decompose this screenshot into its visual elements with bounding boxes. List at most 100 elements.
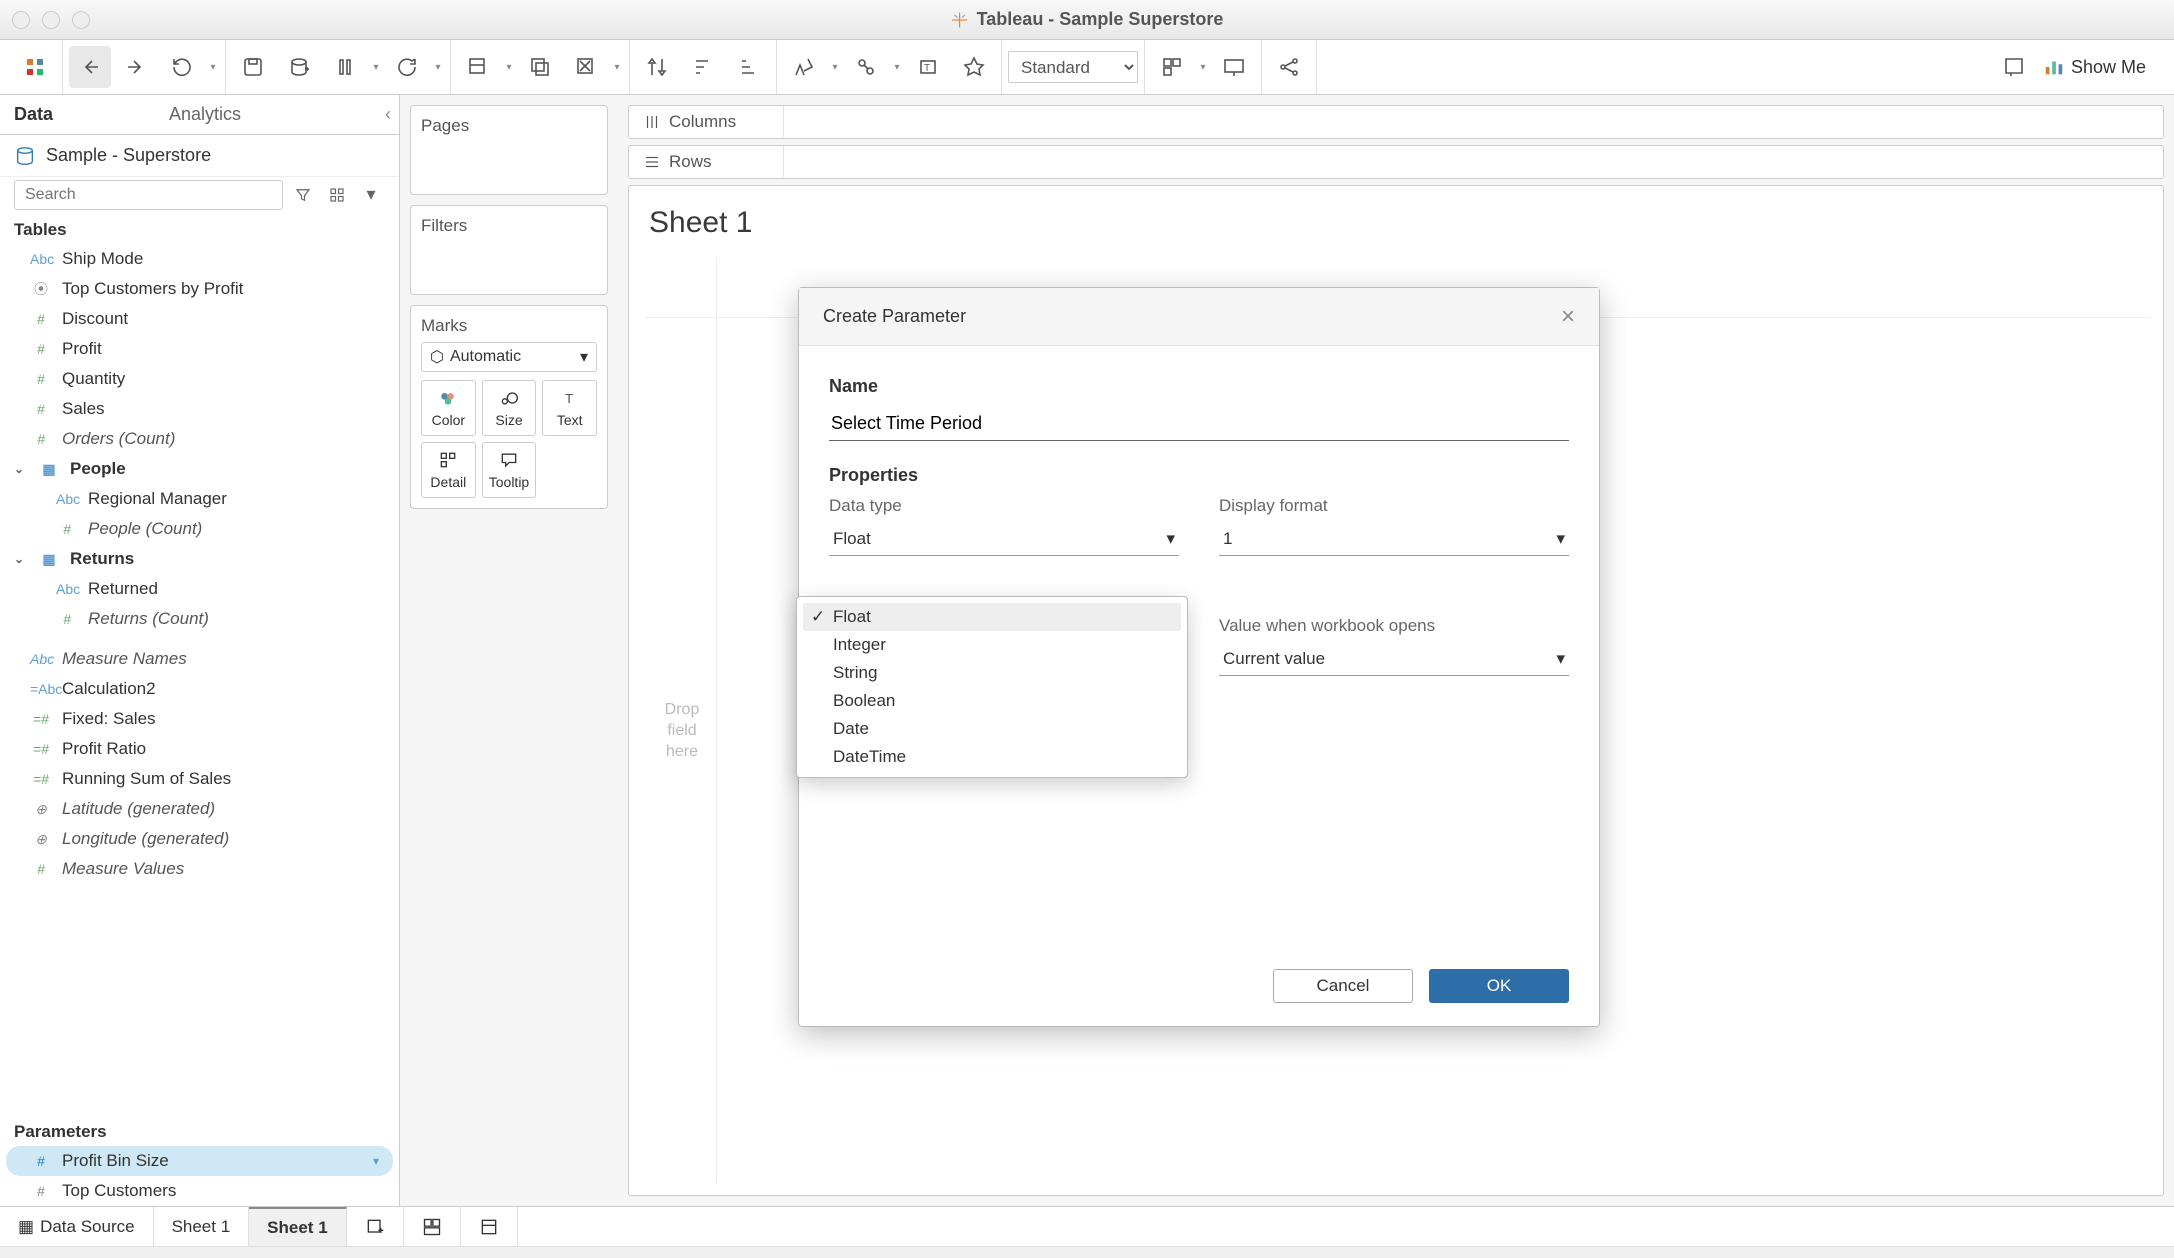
new-sheet-button[interactable]: [347, 1207, 404, 1246]
field-row[interactable]: #Orders (Count): [0, 424, 399, 454]
field-row[interactable]: =#Running Sum of Sales: [0, 764, 399, 794]
tab-sheet-1-a[interactable]: Sheet 1: [154, 1207, 250, 1246]
field-row[interactable]: ⦿Top Customers by Profit: [0, 274, 399, 304]
pin-button[interactable]: [953, 46, 995, 88]
revert-dropdown[interactable]: ▾: [207, 62, 219, 73]
share-button[interactable]: [1268, 46, 1310, 88]
field-row[interactable]: =AbcCalculation2: [0, 674, 399, 704]
mark-tooltip[interactable]: Tooltip: [482, 442, 537, 498]
field-row[interactable]: =#Fixed: Sales: [0, 704, 399, 734]
new-story-button[interactable]: [461, 1207, 518, 1246]
mark-color[interactable]: Color: [421, 380, 476, 436]
svg-text:T: T: [924, 63, 930, 74]
mark-type-select[interactable]: ⬡Automatic▾: [421, 342, 597, 372]
parameter-name-input[interactable]: [829, 407, 1569, 441]
ok-button[interactable]: OK: [1429, 969, 1569, 1003]
revert-button[interactable]: [161, 46, 203, 88]
field-row[interactable]: AbcRegional Manager: [0, 484, 399, 514]
value-open-select[interactable]: Current value▾: [1219, 642, 1569, 676]
dropdown-item[interactable]: Date: [803, 715, 1181, 743]
search-input[interactable]: [14, 180, 283, 210]
field-row[interactable]: AbcReturned: [0, 574, 399, 604]
field-row[interactable]: #Returns (Count): [0, 604, 399, 634]
tab-data[interactable]: Data: [0, 95, 155, 134]
data-type-select[interactable]: Float▾: [829, 522, 1179, 556]
highlight-button[interactable]: [783, 46, 825, 88]
sort-asc-button[interactable]: [682, 46, 724, 88]
presentation-button[interactable]: [1213, 46, 1255, 88]
mark-detail[interactable]: Detail: [421, 442, 476, 498]
swap-button[interactable]: [636, 46, 678, 88]
dropdown-item-label: Date: [833, 719, 869, 739]
field-row[interactable]: ⊕Longitude (generated): [0, 824, 399, 854]
close-icon[interactable]: ×: [1561, 303, 1575, 331]
save-button[interactable]: [232, 46, 274, 88]
field-row[interactable]: #Quantity: [0, 364, 399, 394]
field-row[interactable]: #Discount: [0, 304, 399, 334]
refresh-dropdown[interactable]: ▾: [432, 62, 444, 73]
filter-fields-icon[interactable]: [289, 181, 317, 209]
clear-dropdown[interactable]: ▾: [611, 62, 623, 73]
field-row[interactable]: ⊕Latitude (generated): [0, 794, 399, 824]
cancel-button[interactable]: Cancel: [1273, 969, 1413, 1003]
chevron-down-icon[interactable]: ▾: [373, 1154, 379, 1168]
clear-button[interactable]: [565, 46, 607, 88]
dropdown-item[interactable]: ✓Float: [803, 603, 1181, 631]
dropdown-item[interactable]: Boolean: [803, 687, 1181, 715]
guide-button[interactable]: [1993, 46, 2035, 88]
datasource-row[interactable]: Sample - Superstore: [0, 135, 399, 177]
view-fields-icon[interactable]: [323, 181, 351, 209]
columns-shelf[interactable]: Columns: [628, 105, 2164, 139]
display-format-select[interactable]: 1▾: [1219, 522, 1569, 556]
dropdown-item[interactable]: Integer: [803, 631, 1181, 659]
field-row[interactable]: #Profit: [0, 334, 399, 364]
field-row[interactable]: #Sales: [0, 394, 399, 424]
group-people[interactable]: ⌄▦People: [0, 454, 399, 484]
dropdown-item[interactable]: String: [803, 659, 1181, 687]
group-dropdown[interactable]: ▾: [891, 62, 903, 73]
parameter-row[interactable]: #Profit Bin Size▾: [6, 1146, 393, 1176]
new-worksheet-dropdown[interactable]: ▾: [503, 62, 515, 73]
tableau-logo-button[interactable]: [14, 46, 56, 88]
sheet-title[interactable]: Sheet 1: [649, 206, 2143, 240]
pause-button[interactable]: [324, 46, 366, 88]
field-row[interactable]: #People (Count): [0, 514, 399, 544]
tab-data-source[interactable]: ▦Data Source: [0, 1207, 154, 1246]
new-dashboard-button[interactable]: [404, 1207, 461, 1246]
redo-button[interactable]: [115, 46, 157, 88]
maximize-window-btn[interactable]: [72, 11, 90, 29]
show-me-button[interactable]: Show Me: [2043, 56, 2146, 78]
labels-button[interactable]: T: [907, 46, 949, 88]
mark-size[interactable]: Size: [482, 380, 537, 436]
field-row[interactable]: AbcShip Mode: [0, 244, 399, 274]
new-worksheet-button[interactable]: [457, 46, 499, 88]
mark-text[interactable]: TText: [542, 380, 597, 436]
field-type-icon: ⊕: [30, 801, 52, 818]
field-row[interactable]: =#Profit Ratio: [0, 734, 399, 764]
close-window-btn[interactable]: [12, 11, 30, 29]
show-cards-button[interactable]: [1151, 46, 1193, 88]
parameter-row[interactable]: #Top Customers: [0, 1176, 399, 1206]
tab-analytics[interactable]: Analytics: [155, 95, 310, 134]
dropdown-item[interactable]: DateTime: [803, 743, 1181, 771]
sort-desc-button[interactable]: [728, 46, 770, 88]
show-cards-dropdown[interactable]: ▾: [1197, 62, 1209, 73]
collapse-pane-icon[interactable]: ‹: [385, 104, 391, 125]
undo-button[interactable]: [69, 46, 111, 88]
minimize-window-btn[interactable]: [42, 11, 60, 29]
group-returns[interactable]: ⌄▦Returns: [0, 544, 399, 574]
highlight-dropdown[interactable]: ▾: [829, 62, 841, 73]
pages-card[interactable]: Pages: [410, 105, 608, 195]
filters-card[interactable]: Filters: [410, 205, 608, 295]
field-row[interactable]: #Measure Values: [0, 854, 399, 884]
rows-shelf[interactable]: Rows: [628, 145, 2164, 179]
new-data-button[interactable]: [278, 46, 320, 88]
duplicate-button[interactable]: [519, 46, 561, 88]
field-row[interactable]: AbcMeasure Names: [0, 644, 399, 674]
refresh-button[interactable]: [386, 46, 428, 88]
tab-sheet-1-b[interactable]: Sheet 1: [249, 1207, 346, 1246]
pause-dropdown[interactable]: ▾: [370, 62, 382, 73]
fit-select[interactable]: Standard: [1008, 51, 1138, 83]
fields-menu-icon[interactable]: ▾: [357, 181, 385, 209]
group-button[interactable]: [845, 46, 887, 88]
